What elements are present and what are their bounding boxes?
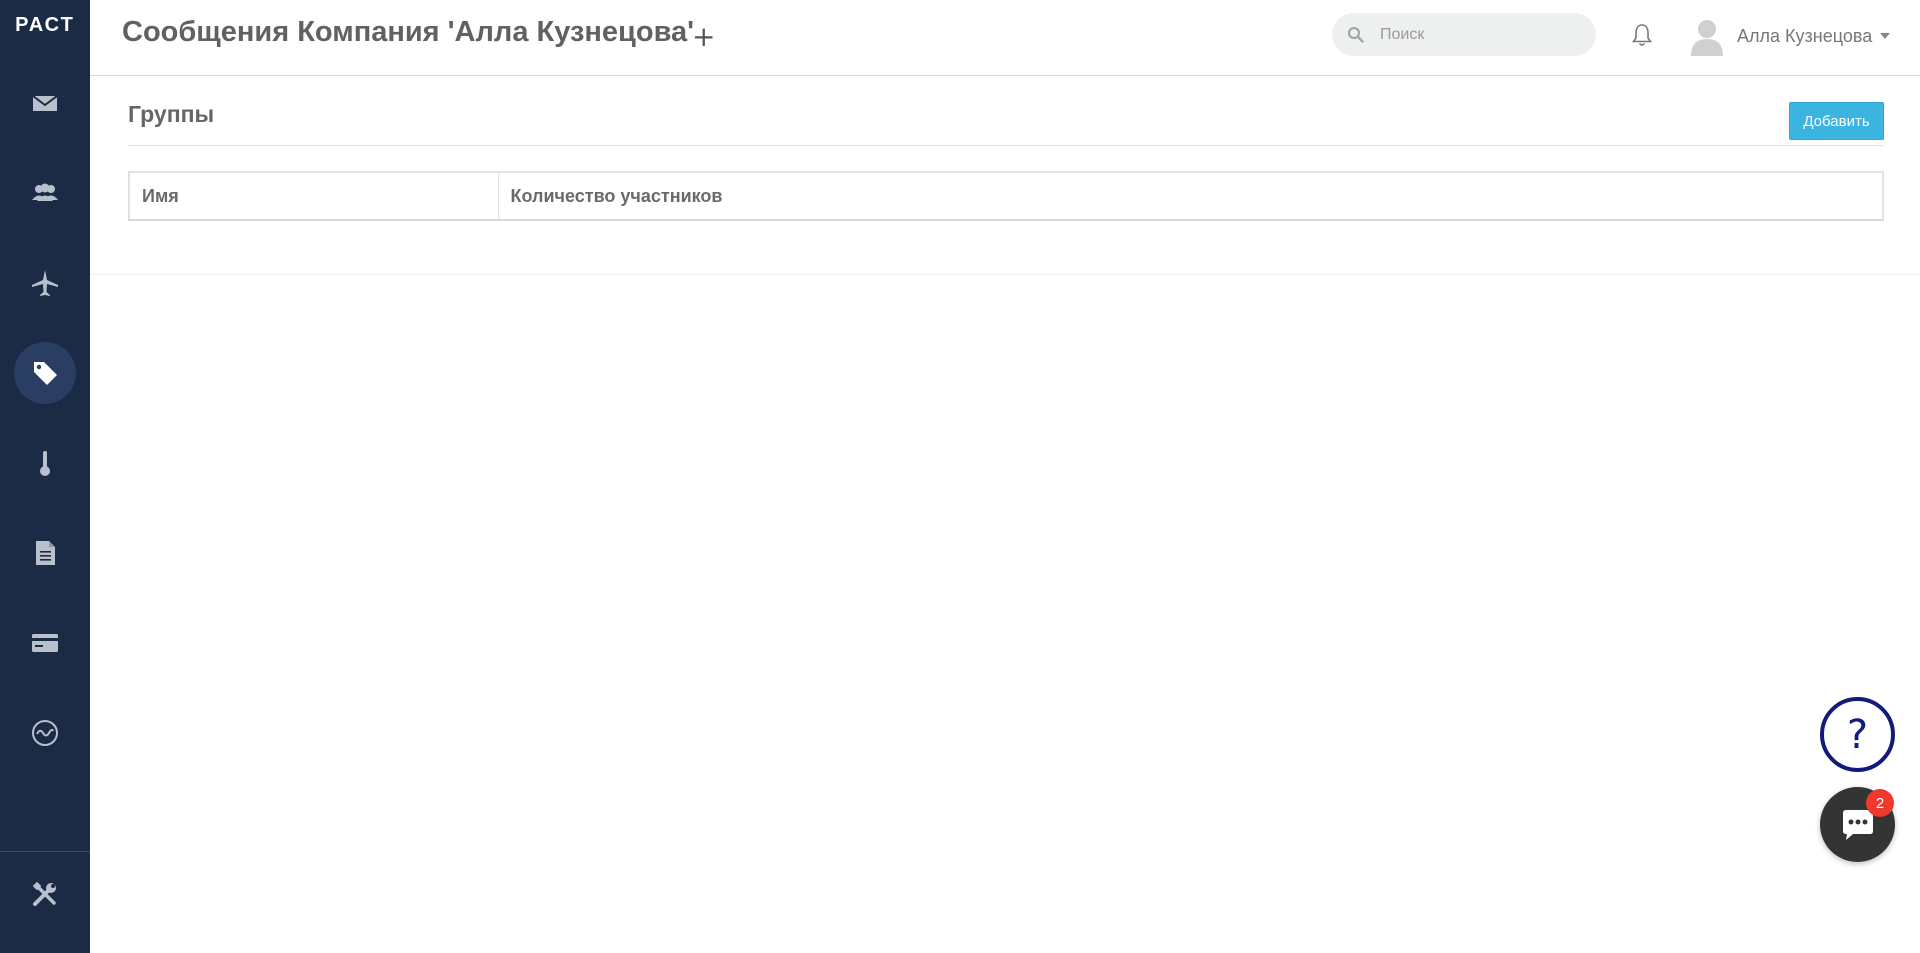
nav-payments[interactable] bbox=[14, 612, 76, 674]
tools-icon bbox=[32, 881, 56, 906]
search-icon bbox=[1347, 26, 1364, 43]
table-body bbox=[129, 220, 1883, 222]
chevron-down-icon bbox=[1880, 33, 1891, 39]
top-header: Сообщения Компания 'Алла Кузнецова' + Ал… bbox=[90, 0, 1920, 76]
table-header-row: Имя Количество участников bbox=[129, 172, 1884, 221]
nav-travel[interactable] bbox=[14, 252, 76, 314]
user-menu[interactable]: Алла Кузнецова bbox=[1690, 16, 1891, 56]
page-title: Сообщения Компания 'Алла Кузнецова' bbox=[122, 16, 695, 48]
search-input[interactable] bbox=[1380, 13, 1580, 56]
add-tab-button[interactable]: + bbox=[692, 20, 715, 53]
help-button[interactable]: ? bbox=[1820, 697, 1895, 772]
bell-icon[interactable] bbox=[1630, 22, 1654, 48]
column-header-members[interactable]: Количество участников bbox=[498, 172, 1884, 221]
user-name: Алла Кузнецова bbox=[1737, 25, 1873, 46]
avatar bbox=[1691, 20, 1723, 56]
search-box[interactable] bbox=[1332, 13, 1596, 56]
sidebar: РАСТ bbox=[0, 0, 90, 953]
envelope-icon bbox=[32, 95, 58, 111]
column-header-name[interactable]: Имя bbox=[129, 172, 499, 221]
section-title: Группы bbox=[128, 101, 215, 127]
nav-settings[interactable] bbox=[14, 864, 76, 926]
nav-groups[interactable] bbox=[14, 342, 76, 404]
sidebar-divider bbox=[0, 851, 90, 852]
nav-climate[interactable] bbox=[14, 432, 76, 494]
credit-card-icon bbox=[32, 634, 58, 652]
users-icon bbox=[32, 183, 58, 201]
nav-activity[interactable] bbox=[14, 702, 76, 764]
help-icon: ? bbox=[1846, 711, 1869, 758]
tag-icon bbox=[34, 362, 57, 385]
pulse-icon bbox=[32, 720, 58, 746]
chat-notification-badge: 2 bbox=[1866, 789, 1894, 817]
thermometer-icon bbox=[40, 451, 50, 476]
nav-documents[interactable] bbox=[14, 522, 76, 584]
add-group-button[interactable]: Добавить bbox=[1789, 102, 1884, 140]
airplane-icon bbox=[32, 270, 58, 296]
nav-messages[interactable] bbox=[14, 72, 76, 134]
groups-table: Имя Количество участников bbox=[128, 171, 1884, 223]
section-divider bbox=[128, 145, 1884, 146]
content-divider bbox=[90, 274, 1920, 275]
nav-users[interactable] bbox=[14, 162, 76, 224]
document-icon bbox=[36, 541, 55, 565]
app-logo[interactable]: РАСТ bbox=[0, 14, 90, 37]
